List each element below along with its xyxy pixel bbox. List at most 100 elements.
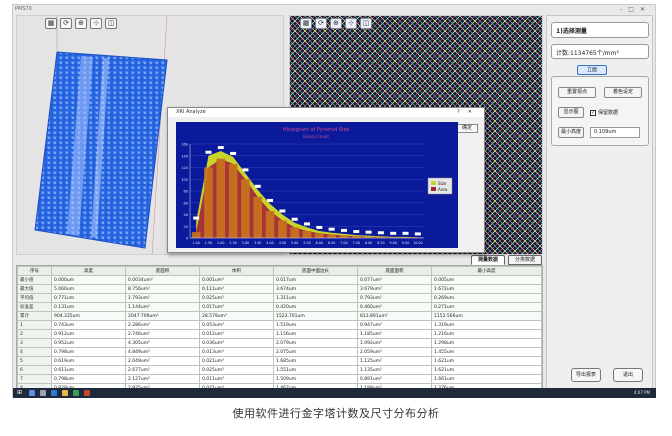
table-cell: 904.335um	[51, 311, 126, 321]
table-cell: 1.672um	[431, 284, 542, 294]
tab-measure-data[interactable]: 测量数据	[471, 255, 505, 265]
export-report-button[interactable]: 导出报表	[571, 368, 601, 382]
x-tick-label: 10.00	[413, 241, 422, 245]
reset-icon[interactable]: ◫	[105, 18, 117, 29]
rotate-icon[interactable]: ⟳	[315, 18, 327, 29]
table-cell: 2047.709um²	[125, 311, 200, 321]
table-cell: 0.036um³	[199, 338, 274, 348]
display-map-button[interactable]: 显示图	[558, 107, 584, 118]
column-header[interactable]: 序号	[17, 266, 52, 276]
table-cell: 1.519um	[273, 320, 358, 330]
table-cell: 0.798um	[51, 374, 126, 384]
table-cell: 0.0034um²	[125, 275, 200, 285]
dialog-title: XRI Analyze	[176, 109, 206, 115]
grid-icon[interactable]: ▦	[300, 18, 312, 29]
close-icon[interactable]: ✕	[640, 6, 651, 13]
tab-facade[interactable]: 立面	[577, 65, 607, 75]
x-tick-label: 5.50	[303, 241, 310, 245]
color-settings-button[interactable]: 着色设定	[604, 87, 642, 98]
table-row[interactable]: 7 0.798um 2.127um² 0.011um³ 1.509um 0.891um² 1…	[17, 374, 542, 384]
folder-icon[interactable]	[62, 390, 68, 396]
column-header[interactable]: 高度	[51, 266, 126, 276]
column-header[interactable]: 体积	[199, 266, 274, 276]
search-icon[interactable]	[29, 390, 35, 396]
table-header-row: 序号 高度 底面积 体积 底面中面边长 底面面积 最小高度	[17, 266, 542, 276]
reset-icon[interactable]: ◫	[360, 18, 372, 29]
check-icon[interactable]: ✓	[590, 109, 596, 116]
column-header[interactable]: 最小高度	[431, 266, 542, 276]
table-cell: 0.025um³	[199, 365, 274, 375]
help-icon[interactable]: ?	[457, 109, 468, 115]
keep-data-checkbox[interactable]: ✓ 保留数据	[590, 109, 618, 116]
window-controls[interactable]: -□✕	[620, 6, 651, 13]
table-cell: 1.455um	[431, 347, 542, 357]
measure-select-box[interactable]: 1)选择测量	[551, 22, 649, 38]
browser-icon[interactable]	[51, 390, 57, 396]
data-marker	[267, 198, 274, 202]
chart-subtitle: Binary Count	[303, 134, 329, 139]
row-header-cell: 5	[17, 356, 52, 366]
y-tick-label: 100	[181, 178, 188, 182]
table-cell: 0.611um	[51, 365, 126, 375]
min-height-field[interactable]: 0.109um	[590, 127, 640, 138]
stat-row[interactable]: 最大值 5.060um 8.756um² 0.111um³ 3.674um 3.679um…	[17, 284, 542, 294]
table-cell: 1.319um	[431, 320, 542, 330]
x-tick-label: 9.00	[390, 241, 397, 245]
column-header[interactable]: 底面积	[125, 266, 200, 276]
table-cell: 1.185um²	[357, 329, 432, 339]
x-tick-label: 9.50	[402, 241, 409, 245]
table-cell: 1523.701um	[273, 311, 358, 321]
table-cell: 8.756um²	[125, 284, 200, 294]
table-row[interactable]: 3 0.952um 4.305um² 0.036um³ 2.079um 1.092um² 1…	[17, 338, 542, 348]
window-title: PMS70	[15, 6, 32, 12]
tab-category-data[interactable]: 分类数据	[508, 255, 542, 265]
tray-clock[interactable]: 4:07 PM	[634, 390, 650, 396]
column-header[interactable]: 底面中面边长	[273, 266, 358, 276]
data-marker	[217, 146, 224, 150]
table-cell: 2.746um²	[125, 329, 200, 339]
stat-row[interactable]: 累计 904.335um 2047.709um² 28.579um³ 1523.701u…	[17, 311, 542, 321]
y-tick-label: 0	[186, 237, 188, 241]
zoom-icon[interactable]: ⊕	[330, 18, 342, 29]
stat-row[interactable]: 平均值 0.771um 1.793um² 0.025um³ 1.311um 0.793um…	[17, 293, 542, 303]
figure-caption: 使用软件进行金字塔计数及尺寸分布分析	[232, 407, 440, 420]
table-cell: 2.075um	[273, 347, 358, 357]
table-cell: 4.849um²	[125, 347, 200, 357]
legend-swatch-size	[431, 181, 436, 185]
taskview-icon[interactable]	[40, 390, 46, 396]
row-header-cell: 4	[17, 347, 52, 357]
row-header-cell: 1	[17, 320, 52, 330]
table-cell: 0.947um²	[357, 320, 432, 330]
office-icon[interactable]	[84, 390, 90, 396]
column-header[interactable]: 底面面积	[357, 266, 432, 276]
table-cell: 1.621um	[431, 365, 542, 375]
grid-icon[interactable]: ▦	[45, 18, 57, 29]
stat-row[interactable]: 最小值 0.000um 0.0034um² 0.001um³ 0.017um 0.077u…	[17, 275, 542, 285]
zoom-icon[interactable]: ⊕	[75, 18, 87, 29]
x-tick-label: 2.50	[229, 241, 236, 245]
table-row[interactable]: 4 0.798um 4.849um² 0.013um³ 2.075um 2.059um² 1…	[17, 347, 542, 357]
histogram-bar	[204, 167, 213, 238]
table-row[interactable]: 1 0.743um 2.286um² 0.053um³ 1.519um 0.947um² 1…	[17, 320, 542, 330]
close-icon[interactable]: ✕	[468, 109, 480, 115]
exit-button[interactable]: 退出	[613, 368, 643, 382]
rotate-icon[interactable]: ⟳	[60, 18, 72, 29]
table-row[interactable]: 2 0.912um 2.746um² 0.012um³ 1.156um 1.185um² 1…	[17, 329, 542, 339]
table-cell: 0.269um	[431, 293, 542, 303]
control-panel: 1)选择测量 计数:1134765个/mm² 立面 重置视点 着色设定 显示图 …	[546, 15, 653, 395]
app-icon[interactable]	[73, 390, 79, 396]
dialog-ok-button[interactable]: 确定	[456, 124, 478, 133]
table-row[interactable]: 5 0.619um 2.049um² 0.021um³ 1.685um 1.125um² 1…	[17, 356, 542, 366]
pyramid-count-display: 计数:1134765个/mm²	[551, 44, 649, 59]
table-cell: 0.017um	[273, 275, 358, 285]
min-height-button[interactable]: 最小高度	[558, 127, 584, 138]
axis-icon[interactable]: ⊹	[90, 18, 102, 29]
stat-row[interactable]: 标准差 0.131um 1.144um² 0.017um³ 0.420um 0.460um…	[17, 302, 542, 312]
maximize-icon[interactable]: □	[628, 6, 640, 13]
row-header-cell: 最小值	[17, 275, 52, 285]
axis-icon[interactable]: ⊹	[345, 18, 357, 29]
table-row[interactable]: 6 0.611um 2.677um² 0.025um³ 1.551um 1.135um² 1…	[17, 365, 542, 375]
windows-start-icon[interactable]: ⊞	[17, 390, 22, 396]
reset-view-button[interactable]: 重置视点	[558, 87, 596, 98]
measurement-table[interactable]: 序号 高度 底面积 体积 底面中面边长 底面面积 最小高度 最小值 0.000um 0.0034…	[16, 265, 543, 392]
